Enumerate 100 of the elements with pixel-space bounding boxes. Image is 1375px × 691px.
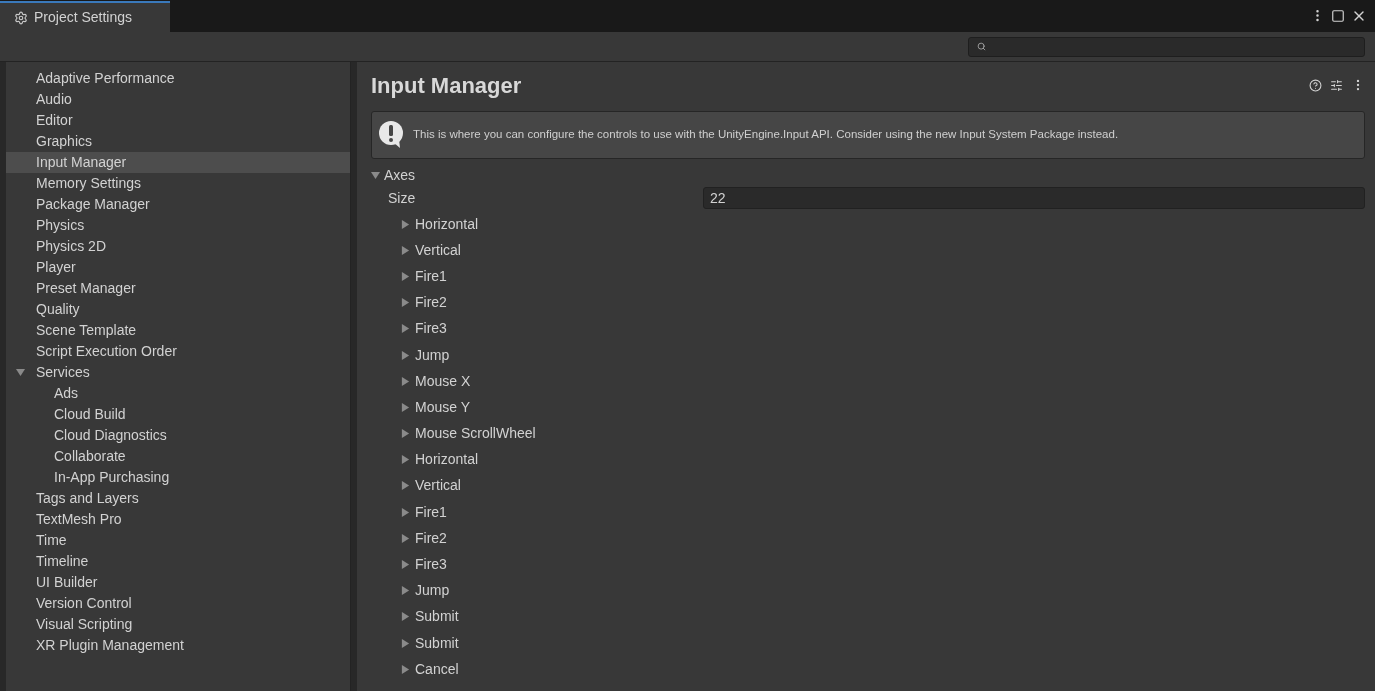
expand-arrow-icon[interactable] [401,271,410,281]
sidebar-item[interactable]: Services [6,362,350,383]
expand-arrow-icon[interactable] [401,455,410,465]
sidebar-label: Package Manager [36,195,150,214]
sidebar-label: Quality [36,300,80,319]
sidebar-label: Cloud Diagnostics [54,426,167,445]
sidebar-label: Version Control [36,594,132,613]
sidebar-label: Adaptive Performance [36,69,175,88]
sidebar-item[interactable]: Adaptive Performance [6,68,350,89]
expand-arrow-icon[interactable] [401,586,410,596]
sidebar-item[interactable]: Memory Settings [6,173,350,194]
axis-label[interactable]: Mouse ScrollWheel [415,423,536,445]
sidebar-item[interactable]: Tags and Layers [6,488,350,509]
sidebar-item[interactable]: Time [6,530,350,551]
sidebar-item[interactable]: In-App Purchasing [6,467,350,488]
expand-arrow-icon[interactable] [401,245,410,255]
expand-arrow-icon[interactable] [401,350,410,360]
axis-label[interactable]: Jump [415,580,450,602]
panel-title: Input Manager [371,71,522,100]
expand-arrow-icon[interactable] [401,638,410,648]
sidebar-item[interactable]: Player [6,257,350,278]
sidebar-item[interactable]: Quality [6,299,350,320]
expand-arrow-icon[interactable] [401,481,410,491]
sidebar-item[interactable]: UI Builder [6,572,350,593]
expand-arrow-icon[interactable] [401,429,410,439]
sidebar-item[interactable]: Collaborate [6,446,350,467]
window-tab[interactable]: Project Settings [0,1,170,32]
expand-arrow-icon[interactable] [401,533,410,543]
axis-label[interactable]: Vertical [415,239,461,261]
axis-label[interactable]: Vertical [415,475,461,497]
sidebar-item[interactable]: XR Plugin Management [6,635,350,656]
sliders-icon[interactable] [1330,78,1343,92]
sidebar-item[interactable]: Version Control [6,593,350,614]
sidebar-item[interactable]: Cloud Build [6,404,350,425]
search-icon [977,42,986,51]
sidebar-item[interactable]: Script Execution Order [6,341,350,362]
axis-label[interactable]: Mouse X [415,370,471,392]
sidebar-item[interactable]: Scene Template [6,320,350,341]
sidebar-label: UI Builder [36,573,98,592]
axis-label[interactable]: Fire1 [415,501,447,523]
help-text: This is where you can configure the controls to use with the UnityEngine.Input API. Consider using the new Input System Package instead. [413,127,1119,143]
expand-arrow-icon[interactable] [371,170,380,180]
sidebar-label: Input Manager [36,153,127,172]
expand-arrow-icon[interactable] [401,402,410,412]
sidebar-label: Physics 2D [36,237,107,256]
expand-arrow-icon[interactable] [401,219,410,229]
help-icon[interactable] [1309,78,1322,92]
axis-label[interactable]: Jump [415,344,450,366]
axis-label[interactable]: Submit [415,632,459,654]
expand-arrow-icon[interactable] [401,324,410,334]
sidebar-item[interactable]: Ads [6,383,350,404]
sidebar-item[interactable]: Input Manager [6,152,350,173]
sidebar-item[interactable]: Physics 2D [6,236,350,257]
axis-label[interactable]: Fire1 [415,265,447,287]
sidebar-label: Player [36,258,76,277]
sidebar-item[interactable]: Package Manager [6,194,350,215]
sidebar-item[interactable]: Physics [6,215,350,236]
sidebar-label: Memory Settings [36,174,142,193]
maximize-icon[interactable] [1331,8,1345,23]
axis-label[interactable]: Fire3 [415,554,447,576]
size-field[interactable]: 22 [703,187,1365,209]
expand-arrow-icon[interactable] [401,376,410,386]
expand-arrow-icon[interactable] [401,298,410,308]
sidebar-label: Script Execution Order [36,342,177,361]
sidebar-label: Time [36,531,67,550]
sidebar-item[interactable]: Cloud Diagnostics [6,425,350,446]
sidebar-label: Cloud Build [54,405,126,424]
sidebar-item[interactable]: Audio [6,89,350,110]
sidebar-label: Tags and Layers [36,489,139,508]
axis-label[interactable]: Horizontal [415,213,479,235]
gear-icon [14,10,28,25]
sidebar-item[interactable]: Editor [6,110,350,131]
sidebar-label: Editor [36,111,73,130]
expand-arrow-icon[interactable] [401,612,410,622]
expand-arrow-icon[interactable] [401,664,410,674]
expand-arrow-icon[interactable] [401,507,410,517]
expand-arrow-icon[interactable] [401,560,410,570]
sidebar-label: Collaborate [54,447,126,466]
window-title: Project Settings [34,8,133,27]
sidebar-label: Audio [36,90,72,109]
search-field[interactable] [968,36,1365,57]
axis-label[interactable]: Cancel [415,658,459,680]
axis-label[interactable]: Fire2 [415,292,447,314]
sidebar-label: Timeline [36,552,89,571]
sidebar-label: TextMesh Pro [36,510,122,529]
sidebar-item[interactable]: Preset Manager [6,278,350,299]
sidebar-item[interactable]: Visual Scripting [6,614,350,635]
axis-label[interactable]: Submit [415,606,459,628]
sidebar-item[interactable]: Timeline [6,551,350,572]
section-label[interactable]: Axes [384,164,416,186]
sidebar-label: Graphics [36,132,93,151]
sidebar-label: Ads [54,384,79,403]
axis-label[interactable]: Fire2 [415,527,447,549]
sidebar-item[interactable]: Graphics [6,131,350,152]
sidebar-item[interactable]: TextMesh Pro [6,509,350,530]
axis-label[interactable]: Mouse Y [415,396,470,418]
sidebar-label: Preset Manager [36,279,136,298]
expand-arrow-icon[interactable] [16,368,25,377]
axis-label[interactable]: Fire3 [415,318,447,340]
axis-label[interactable]: Horizontal [415,449,479,471]
